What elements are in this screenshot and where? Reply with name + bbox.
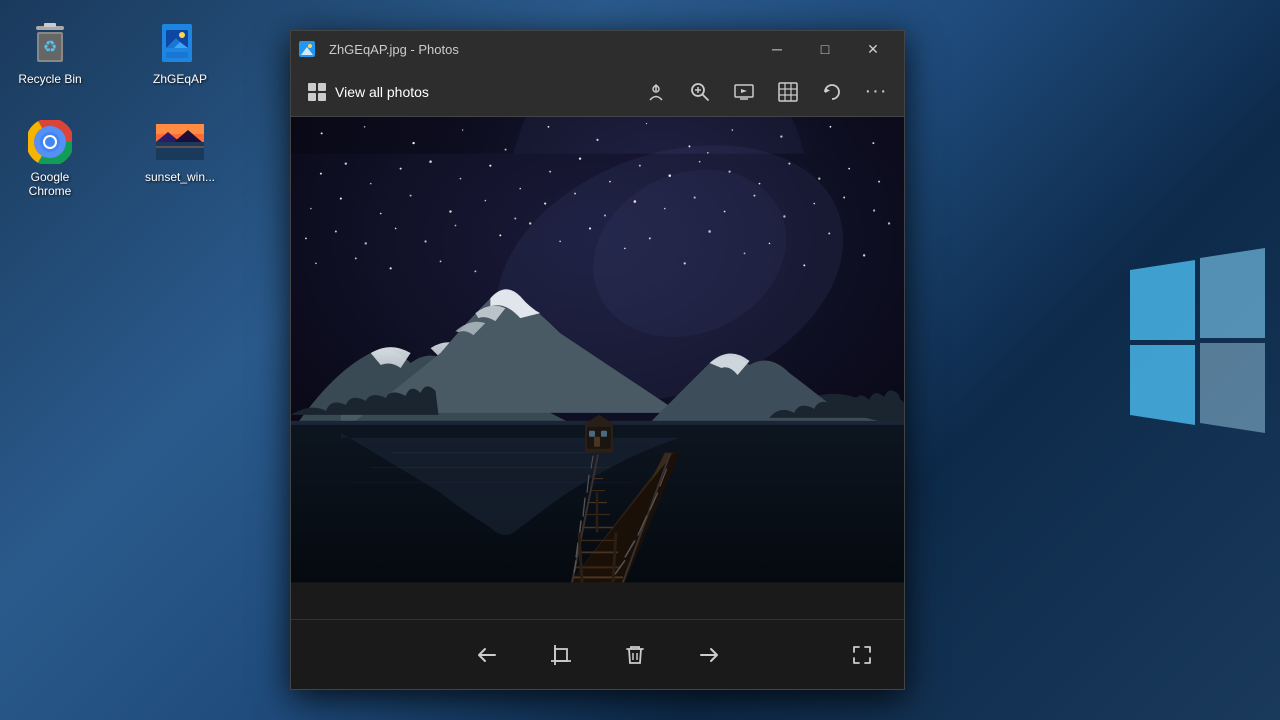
close-button[interactable]: ✕ (850, 34, 896, 64)
arrow-left-icon (475, 643, 499, 667)
desktop-icon-zhggeqap[interactable]: ZhGEqAP (140, 20, 220, 86)
rotate-icon (821, 81, 843, 103)
minimize-button[interactable]: ─ (754, 34, 800, 64)
arrow-right-icon (697, 643, 721, 667)
previous-button[interactable] (465, 633, 509, 677)
windows-logo (1120, 210, 1280, 510)
chrome-icon (26, 118, 74, 166)
photos-app-icon (299, 41, 315, 57)
toolbar: View all photos (291, 67, 904, 117)
bottom-bar (291, 619, 904, 689)
next-button[interactable] (687, 633, 731, 677)
sunset-file-icon (156, 118, 204, 166)
share-icon (645, 81, 667, 103)
more-dots-icon: ··· (865, 80, 888, 103)
sunset-label: sunset_win... (145, 170, 215, 184)
fullscreen-button[interactable] (840, 633, 884, 677)
rotate-button[interactable] (812, 72, 852, 112)
chrome-label: Google Chrome (10, 170, 90, 198)
photos-window: ZhGEqAP.jpg - Photos ─ □ ✕ View all phot… (290, 30, 905, 690)
title-bar-controls: ─ □ ✕ (754, 34, 896, 64)
delete-button[interactable] (613, 633, 657, 677)
window-title: ZhGEqAP.jpg - Photos (329, 42, 459, 57)
trash-icon (623, 643, 647, 667)
desktop-icon-sunset[interactable]: sunset_win... (140, 118, 220, 184)
slideshow-button[interactable] (724, 72, 764, 112)
crop-icon (549, 643, 573, 667)
scene-svg (291, 117, 904, 619)
crop-button[interactable] (539, 633, 583, 677)
desktop-icon-recycle-bin[interactable]: ♻ Recycle Bin (10, 20, 90, 86)
view-all-photos-button[interactable]: View all photos (299, 78, 437, 106)
enhance-icon (777, 81, 799, 103)
desktop-icon-chrome[interactable]: Google Chrome (10, 118, 90, 198)
photos-grid-icon (307, 82, 327, 102)
zhggeqap-file-icon (156, 20, 204, 68)
zoom-icon (689, 81, 711, 103)
fullscreen-icon (851, 644, 873, 666)
svg-text:♻: ♻ (43, 39, 57, 56)
enhance-button[interactable] (768, 72, 808, 112)
image-area (291, 117, 904, 619)
zhggeqap-label: ZhGEqAP (153, 72, 207, 86)
view-all-photos-label: View all photos (335, 84, 429, 100)
slideshow-icon (733, 81, 755, 103)
recycle-bin-label: Recycle Bin (18, 72, 81, 86)
photo-display (291, 117, 904, 619)
maximize-button[interactable]: □ (802, 34, 848, 64)
more-button[interactable]: ··· (856, 72, 896, 112)
title-bar: ZhGEqAP.jpg - Photos ─ □ ✕ (291, 31, 904, 67)
recycle-bin-icon: ♻ (26, 20, 74, 68)
desktop: ♻ Recycle Bin ZhGEqAP (0, 0, 1280, 720)
zoom-button[interactable] (680, 72, 720, 112)
share-button[interactable] (636, 72, 676, 112)
